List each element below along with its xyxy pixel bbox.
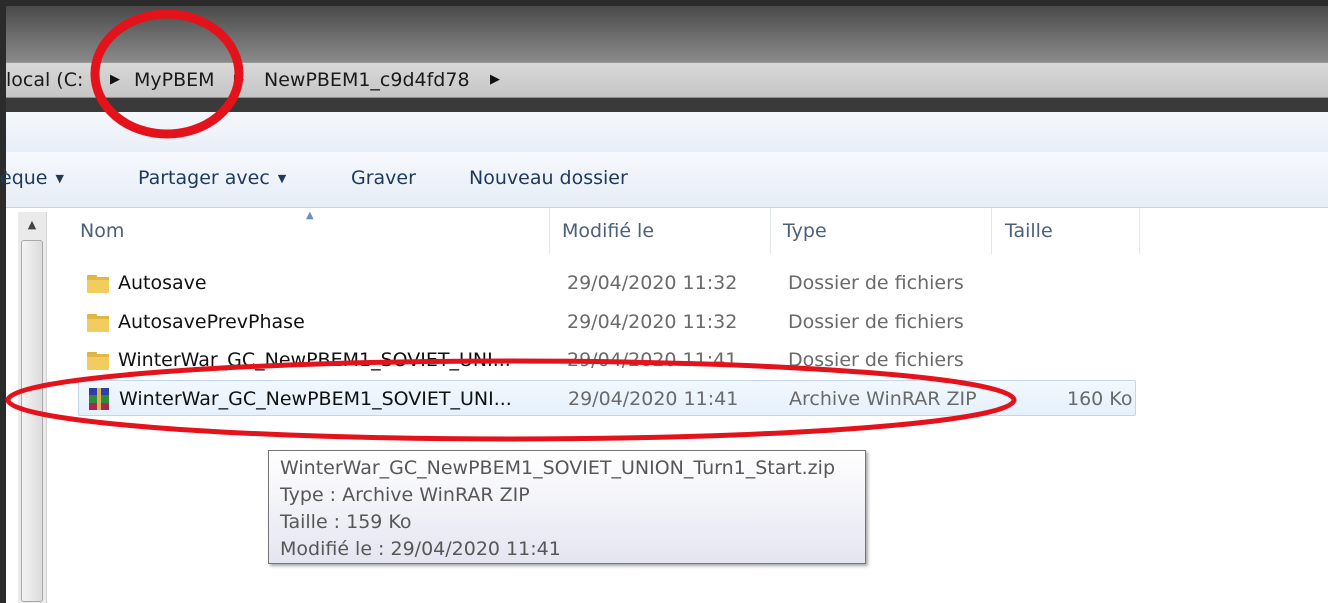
column-header-type[interactable]: Type (771, 208, 992, 254)
scroll-thumb[interactable] (21, 240, 43, 602)
vertical-scrollbar[interactable]: ▲ (18, 212, 47, 603)
breadcrumb-arrow-icon[interactable]: ▶ (234, 72, 244, 87)
share-with-button[interactable]: Partager avec ▼ (138, 167, 286, 189)
folder-icon (87, 314, 109, 332)
file-name: AutosavePrevPhase (118, 311, 305, 333)
column-header-row: Nom Modifié le Type Taille (74, 208, 1146, 254)
window-separator (6, 98, 1328, 112)
file-type: Dossier de fichiers (788, 311, 964, 333)
chevron-down-icon: ▼ (55, 172, 64, 185)
tooltip-size: Taille : 159 Ko (280, 511, 412, 533)
file-type: Archive WinRAR ZIP (789, 388, 977, 410)
file-modified: 29/04/2020 11:41 (567, 349, 738, 371)
file-name: WinterWar_GC_NewPBEM1_SOVIET_UNI... (118, 349, 511, 371)
file-row[interactable]: Autosave 29/04/2020 11:32 Dossier de fic… (78, 265, 1136, 301)
column-header-name[interactable]: Nom (74, 208, 550, 254)
tooltip-filename: WinterWar_GC_NewPBEM1_SOVIET_UNION_Turn1… (280, 457, 835, 479)
chevron-down-icon: ▼ (277, 172, 287, 185)
toolbar-strip (6, 112, 1328, 153)
address-bar[interactable]: local (C: ▶ MyPBEM ▶ NewPBEM1_c9d4fd78 ▶ (6, 62, 1328, 98)
file-modified: 29/04/2020 11:41 (568, 388, 739, 410)
breadcrumb-newpbem1[interactable]: NewPBEM1_c9d4fd78 (264, 69, 470, 91)
file-name: WinterWar_GC_NewPBEM1_SOVIET_UNI... (119, 388, 512, 410)
breadcrumb-drive[interactable]: local (C: (6, 69, 83, 91)
file-type: Dossier de fichiers (788, 349, 964, 371)
library-button[interactable]: èque ▼ (0, 167, 64, 189)
new-folder-button[interactable]: Nouveau dossier (469, 167, 628, 189)
file-size: 160 Ko (1067, 388, 1133, 410)
file-row-selected[interactable]: WinterWar_GC_NewPBEM1_SOVIET_UNI... 29/0… (78, 380, 1136, 416)
folder-icon (87, 275, 109, 293)
column-header-modified[interactable]: Modifié le (550, 208, 771, 254)
window-title-area (6, 6, 1328, 62)
folder-icon (87, 352, 109, 370)
column-header-size[interactable]: Taille (992, 208, 1140, 254)
tooltip-modified: Modifié le : 29/04/2020 11:41 (280, 538, 561, 560)
file-row[interactable]: AutosavePrevPhase 29/04/2020 11:32 Dossi… (78, 304, 1136, 340)
file-row[interactable]: WinterWar_GC_NewPBEM1_SOVIET_UNI... 29/0… (78, 342, 1136, 378)
burn-button[interactable]: Graver (351, 167, 416, 189)
file-tooltip: WinterWar_GC_NewPBEM1_SOVIET_UNION_Turn1… (268, 450, 866, 564)
scroll-up-icon[interactable]: ▲ (18, 212, 46, 238)
file-modified: 29/04/2020 11:32 (567, 272, 738, 294)
breadcrumb-arrow-icon[interactable]: ▶ (490, 72, 500, 87)
command-bar: èque ▼ Partager avec ▼ Graver Nouveau doss… (0, 152, 1328, 208)
winrar-icon (89, 388, 109, 410)
file-modified: 29/04/2020 11:32 (567, 311, 738, 333)
file-name: Autosave (118, 272, 207, 294)
file-type: Dossier de fichiers (788, 272, 964, 294)
tooltip-type: Type : Archive WinRAR ZIP (280, 484, 530, 506)
breadcrumb-arrow-icon[interactable]: ▶ (110, 72, 120, 87)
breadcrumb-mypbem[interactable]: MyPBEM (134, 69, 215, 91)
